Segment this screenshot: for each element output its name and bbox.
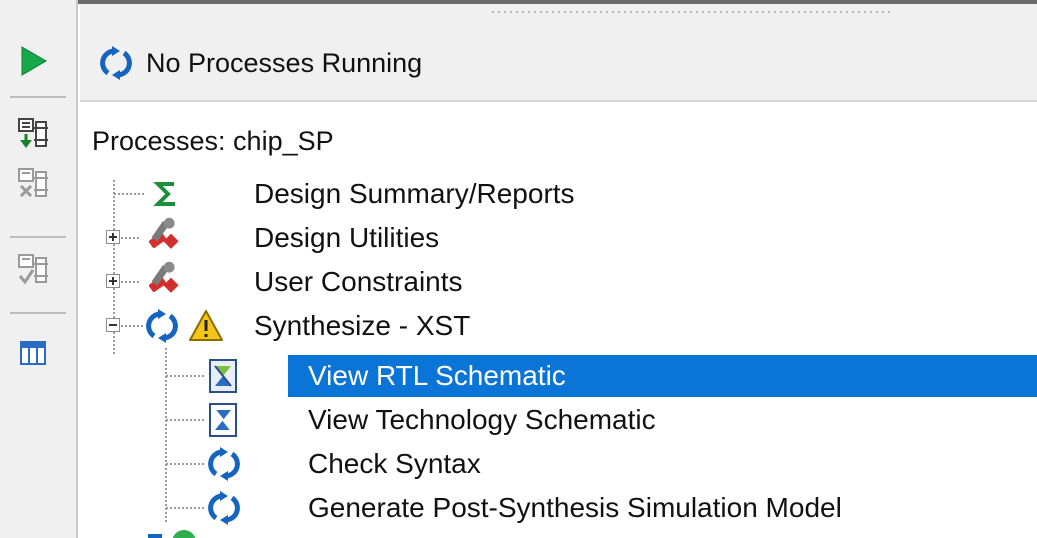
sigma-icon	[153, 182, 175, 206]
panel-layout-button[interactable]	[16, 336, 50, 370]
processes-panel: Processes: chip_SP Design Summary/Report…	[80, 102, 1037, 538]
process-item[interactable]: Design Utilities	[80, 216, 1037, 260]
check-source-icon	[18, 254, 48, 285]
run-icon	[21, 46, 47, 76]
process-item[interactable]: User Constraints	[80, 260, 1037, 304]
expand-toggle[interactable]	[106, 274, 120, 288]
process-item[interactable]: Design Summary/Reports	[80, 172, 1037, 216]
top-border	[78, 0, 1037, 4]
tree-line	[121, 237, 141, 239]
add-source-icon	[18, 118, 48, 148]
tools-icon	[148, 217, 179, 249]
process-item-selected[interactable]: View RTL Schematic	[80, 354, 1037, 398]
tree-line	[114, 193, 144, 195]
schematic-icon	[209, 359, 237, 393]
tree-line	[166, 419, 206, 421]
grip-dots	[490, 10, 890, 14]
status-text: No Processes Running	[146, 47, 423, 78]
collapse-toggle[interactable]	[106, 318, 120, 332]
process-label: View Technology Schematic	[308, 404, 656, 435]
panel-title: Processes: chip_SP	[92, 126, 334, 156]
schematic-icon	[209, 403, 237, 437]
process-label: Check Syntax	[308, 448, 481, 479]
process-item[interactable]: Synthesize - XST	[80, 304, 1037, 348]
process-label: Generate Post-Synthesis Simulation Model	[308, 492, 842, 523]
warning-icon	[189, 310, 223, 341]
refresh-icon	[100, 46, 132, 80]
refresh-icon	[208, 491, 240, 525]
process-label: Design Summary/Reports	[254, 178, 575, 209]
refresh-icon	[146, 309, 178, 343]
xilinx-process-window: No Processes Running Processes: chip_SP …	[0, 0, 1037, 538]
refresh-icon	[208, 447, 240, 481]
process-item[interactable]: Generate Post-Synthesis Simulation Model	[80, 486, 1037, 530]
tree-line	[121, 281, 141, 283]
process-toolbar	[0, 0, 78, 538]
toolbar-separator	[10, 312, 66, 314]
partial-row-icons	[148, 530, 196, 538]
process-label: View RTL Schematic	[308, 360, 566, 391]
process-label: Design Utilities	[254, 222, 440, 253]
tools-icon	[148, 261, 179, 293]
toolbar-separator	[10, 96, 66, 98]
tree-line	[166, 507, 206, 509]
tree-line	[121, 325, 143, 327]
process-label: Synthesize - XST	[254, 310, 471, 341]
run-button[interactable]	[16, 44, 50, 78]
remove-source-button[interactable]	[16, 166, 50, 200]
process-item[interactable]: Check Syntax	[80, 442, 1037, 486]
process-item[interactable]: View Technology Schematic	[80, 398, 1037, 442]
status-bar: No Processes Running	[80, 26, 1037, 102]
expand-toggle[interactable]	[106, 230, 120, 244]
process-label: User Constraints	[254, 266, 463, 297]
remove-source-icon	[18, 168, 48, 198]
tree-line	[166, 463, 206, 465]
toolbar-separator	[10, 236, 66, 238]
check-source-button[interactable]	[16, 252, 50, 286]
add-source-button[interactable]	[16, 116, 50, 150]
panel-layout-icon	[20, 341, 46, 365]
tree-line	[166, 375, 206, 377]
